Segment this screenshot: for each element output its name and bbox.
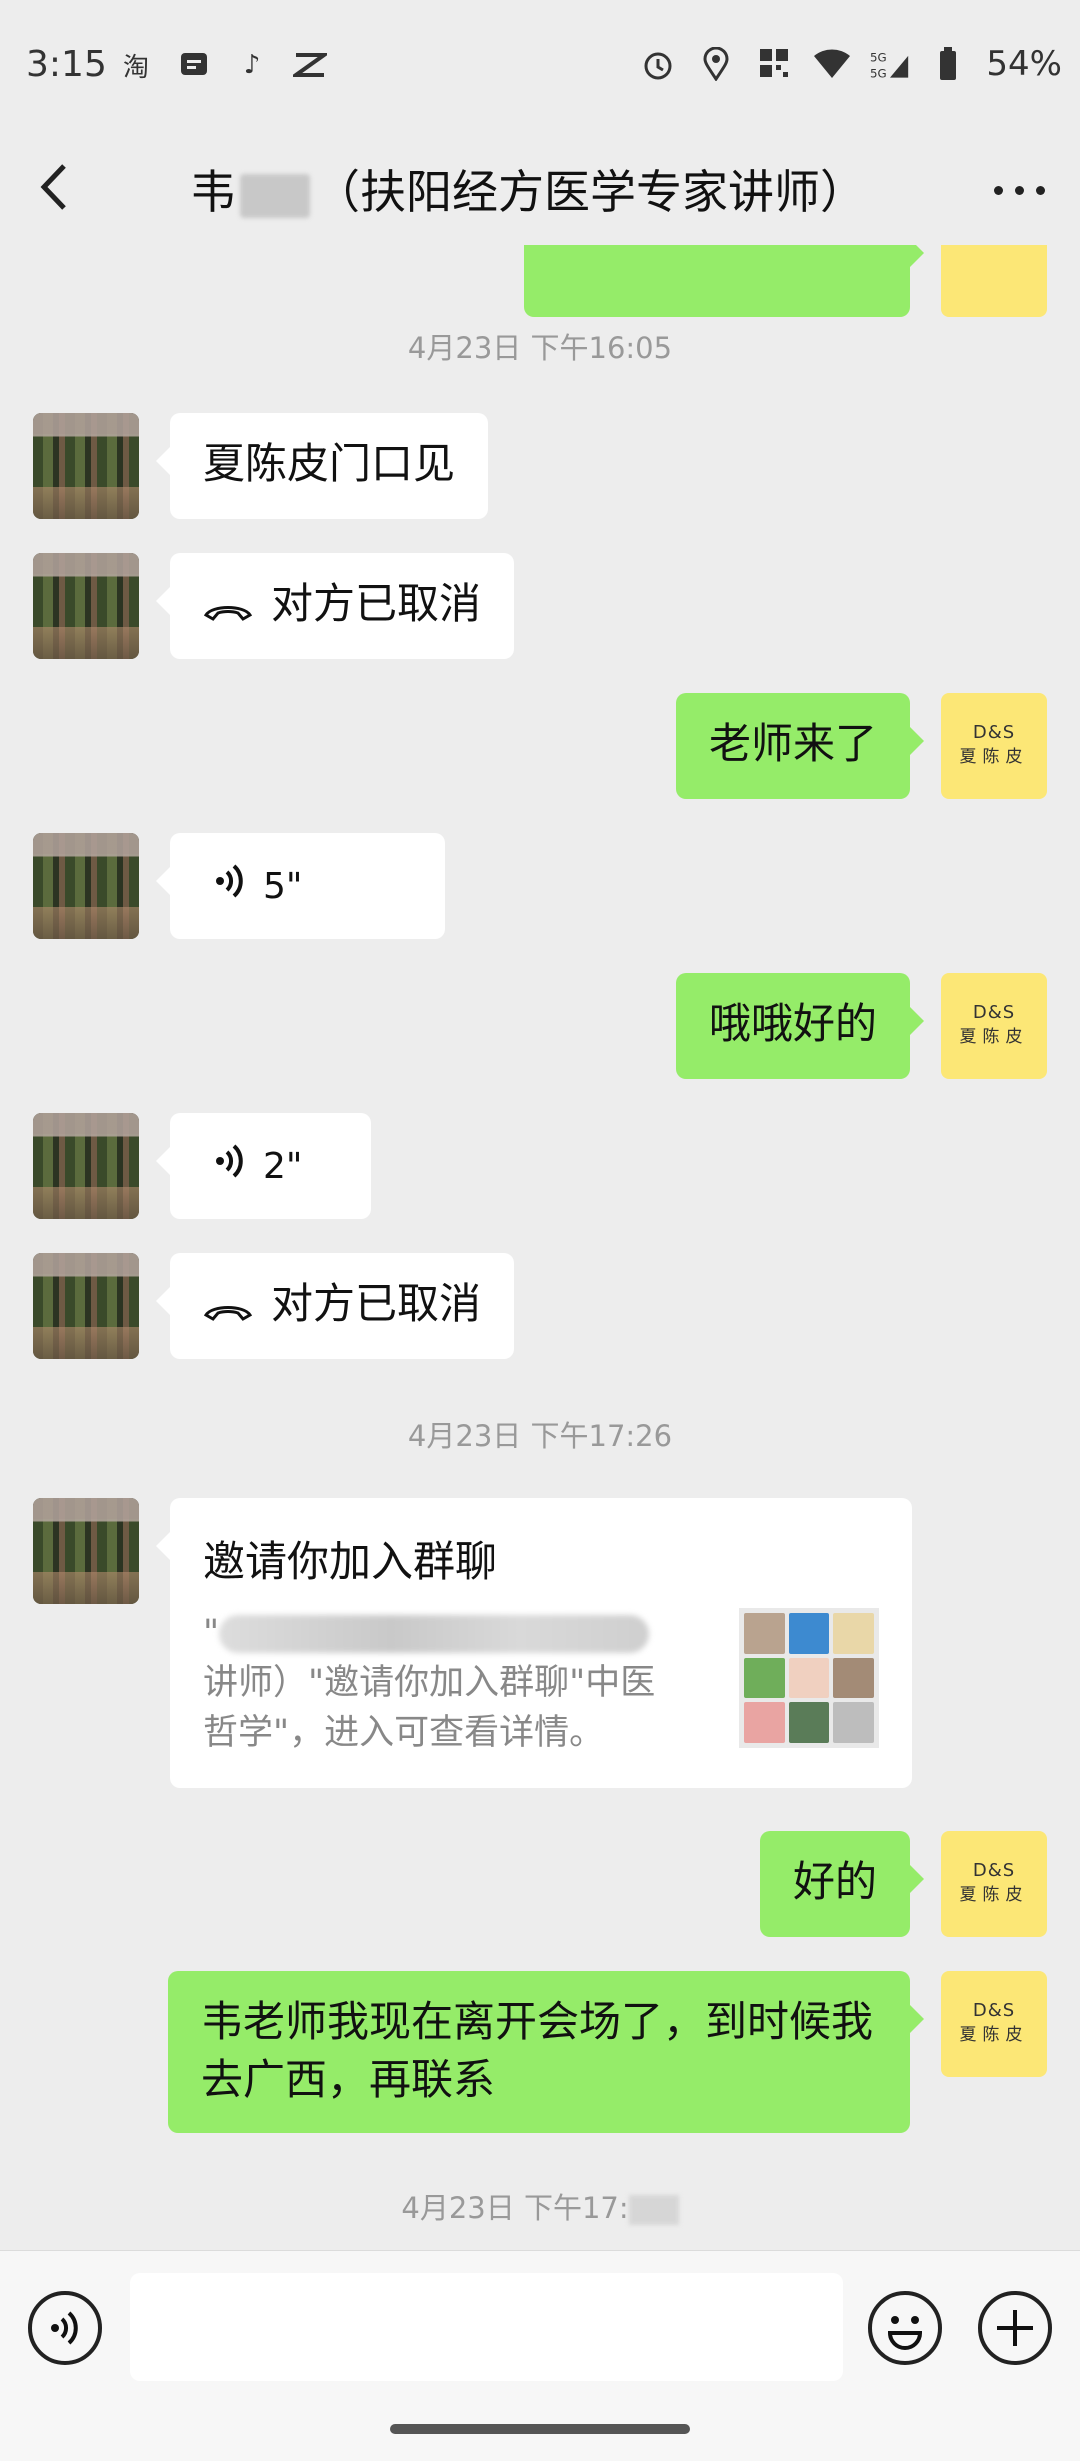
nfc-icon (754, 44, 794, 84)
svg-text:5G: 5G (870, 50, 887, 64)
battery-icon (928, 44, 968, 84)
status-indicators: 5G 5G 54% (638, 44, 1062, 84)
self-avatar-logo: D&S (972, 722, 1016, 743)
call-cancelled-text: 对方已取消 (271, 1279, 482, 1328)
invite-description: " 讲师）"邀请你加入群聊"中医哲学"，进入可查看详情。 (203, 1608, 683, 1758)
self-avatar-logo: D&S (972, 1860, 1016, 1881)
redacted-time (628, 2195, 679, 2225)
status-app-icons: 淘 ♪ (118, 48, 328, 83)
back-arrow-icon (40, 164, 66, 210)
status-bar: 3:15 淘 ♪ 5G 5G 54% (0, 0, 1080, 130)
tiktok-icon: ♪ (243, 50, 261, 80)
self-avatar-name: 夏陈皮 (959, 1885, 1029, 1905)
invite-title: 邀请你加入群聊 (203, 1537, 498, 1586)
message-bubble-out[interactable] (524, 245, 924, 317)
group-invite-card[interactable]: 邀请你加入群聊 " 讲师）"邀请你加入群聊"中医哲学"，进入可查看详情。 (156, 1498, 912, 1788)
message-list[interactable]: 4月23日 下午16:05 夏陈皮门口见 对方已取消 老师来了 D&S 夏陈皮 … (0, 245, 1080, 2250)
alarm-icon (638, 44, 678, 84)
invite-quote: " (203, 1613, 220, 1653)
message-icon (176, 48, 212, 82)
signal-icon: 5G 5G (870, 44, 910, 84)
self-avatar[interactable]: D&S 夏陈皮 (941, 973, 1047, 1079)
capcut-icon (292, 48, 328, 82)
peer-avatar[interactable] (33, 1253, 139, 1359)
chat-title-prefix: 韦 (190, 165, 236, 219)
home-indicator[interactable] (390, 2424, 690, 2434)
peer-avatar[interactable] (33, 413, 139, 519)
voice-input-button[interactable] (28, 2291, 102, 2365)
emoji-button[interactable] (868, 2291, 942, 2365)
emoji-icon (887, 2316, 923, 2350)
self-avatar[interactable]: D&S 夏陈皮 (941, 1831, 1047, 1937)
phone-hangup-icon (203, 578, 253, 636)
call-cancelled-bubble[interactable]: 对方已取消 (155, 553, 515, 659)
message-bubble-out[interactable]: 好的 (759, 1831, 925, 1937)
self-avatar-logo: D&S (972, 1002, 1016, 1023)
timestamp: 4月23日 下午17: (0, 2185, 1080, 2227)
peer-avatar[interactable] (33, 553, 139, 659)
self-avatar[interactable]: D&S 夏陈皮 (941, 693, 1047, 799)
chat-header: 韦 （扶阳经方医学专家讲师） (0, 130, 1080, 245)
timestamp: 4月23日 下午16:05 (407, 331, 673, 365)
status-time: 3:15 (26, 44, 107, 85)
taobao-icon: 淘 (122, 52, 149, 83)
group-avatar-thumbnail (739, 1608, 879, 1748)
invite-description-text: 讲师）"邀请你加入群聊"中医哲学"，进入可查看详情。 (203, 1663, 656, 1753)
voice-duration: 2" (263, 1146, 303, 1187)
call-cancelled-bubble[interactable]: 对方已取消 (155, 1253, 515, 1359)
svg-text:5G: 5G (870, 67, 887, 81)
voice-message-bubble[interactable]: 5" (156, 833, 445, 939)
call-cancelled-text: 对方已取消 (271, 579, 482, 628)
self-avatar[interactable] (941, 245, 1047, 317)
chat-title-suffix: （扶阳经方医学专家讲师） (314, 165, 866, 219)
message-bubble-out[interactable]: 韦老师我现在离开会场了，到时候我去广西，再联系 (168, 1971, 924, 2133)
message-bubble-out[interactable]: 哦哦好的 (675, 973, 925, 1079)
chat-title: 韦 （扶阳经方医学专家讲师） (190, 156, 866, 222)
plus-icon (997, 2310, 1033, 2346)
peer-avatar[interactable] (33, 1113, 139, 1219)
self-avatar-name: 夏陈皮 (959, 747, 1029, 767)
voice-wave-icon (215, 858, 245, 916)
self-avatar-logo: D&S (972, 2000, 1016, 2021)
location-icon (696, 44, 736, 84)
message-input[interactable] (130, 2273, 843, 2381)
more-dots-icon (993, 185, 1003, 195)
timestamp-text: 4月23日 下午17: (401, 2191, 629, 2225)
self-avatar-name: 夏陈皮 (959, 1027, 1029, 1047)
peer-avatar[interactable] (33, 1498, 139, 1604)
redacted-inviter (219, 1615, 650, 1653)
phone-hangup-icon (203, 1278, 253, 1336)
timestamp: 4月23日 下午17:26 (407, 1419, 673, 1453)
voice-message-bubble[interactable]: 2" (156, 1113, 371, 1219)
voice-wave-icon (51, 2311, 78, 2345)
battery-percent: 54% (986, 44, 1062, 84)
redacted-name (240, 173, 310, 218)
back-button[interactable] (30, 152, 100, 222)
self-avatar-name: 夏陈皮 (959, 2025, 1029, 2045)
more-actions-button[interactable] (978, 2291, 1052, 2365)
message-bubble-in[interactable]: 夏陈皮门口见 (155, 413, 489, 519)
peer-avatar[interactable] (33, 833, 139, 939)
message-bubble-out[interactable]: 老师来了 (675, 693, 925, 799)
wifi-icon (812, 44, 852, 84)
voice-duration: 5" (263, 866, 303, 907)
voice-wave-icon (215, 1138, 245, 1196)
self-avatar[interactable]: D&S 夏陈皮 (941, 1971, 1047, 2077)
more-button[interactable] (984, 160, 1054, 220)
